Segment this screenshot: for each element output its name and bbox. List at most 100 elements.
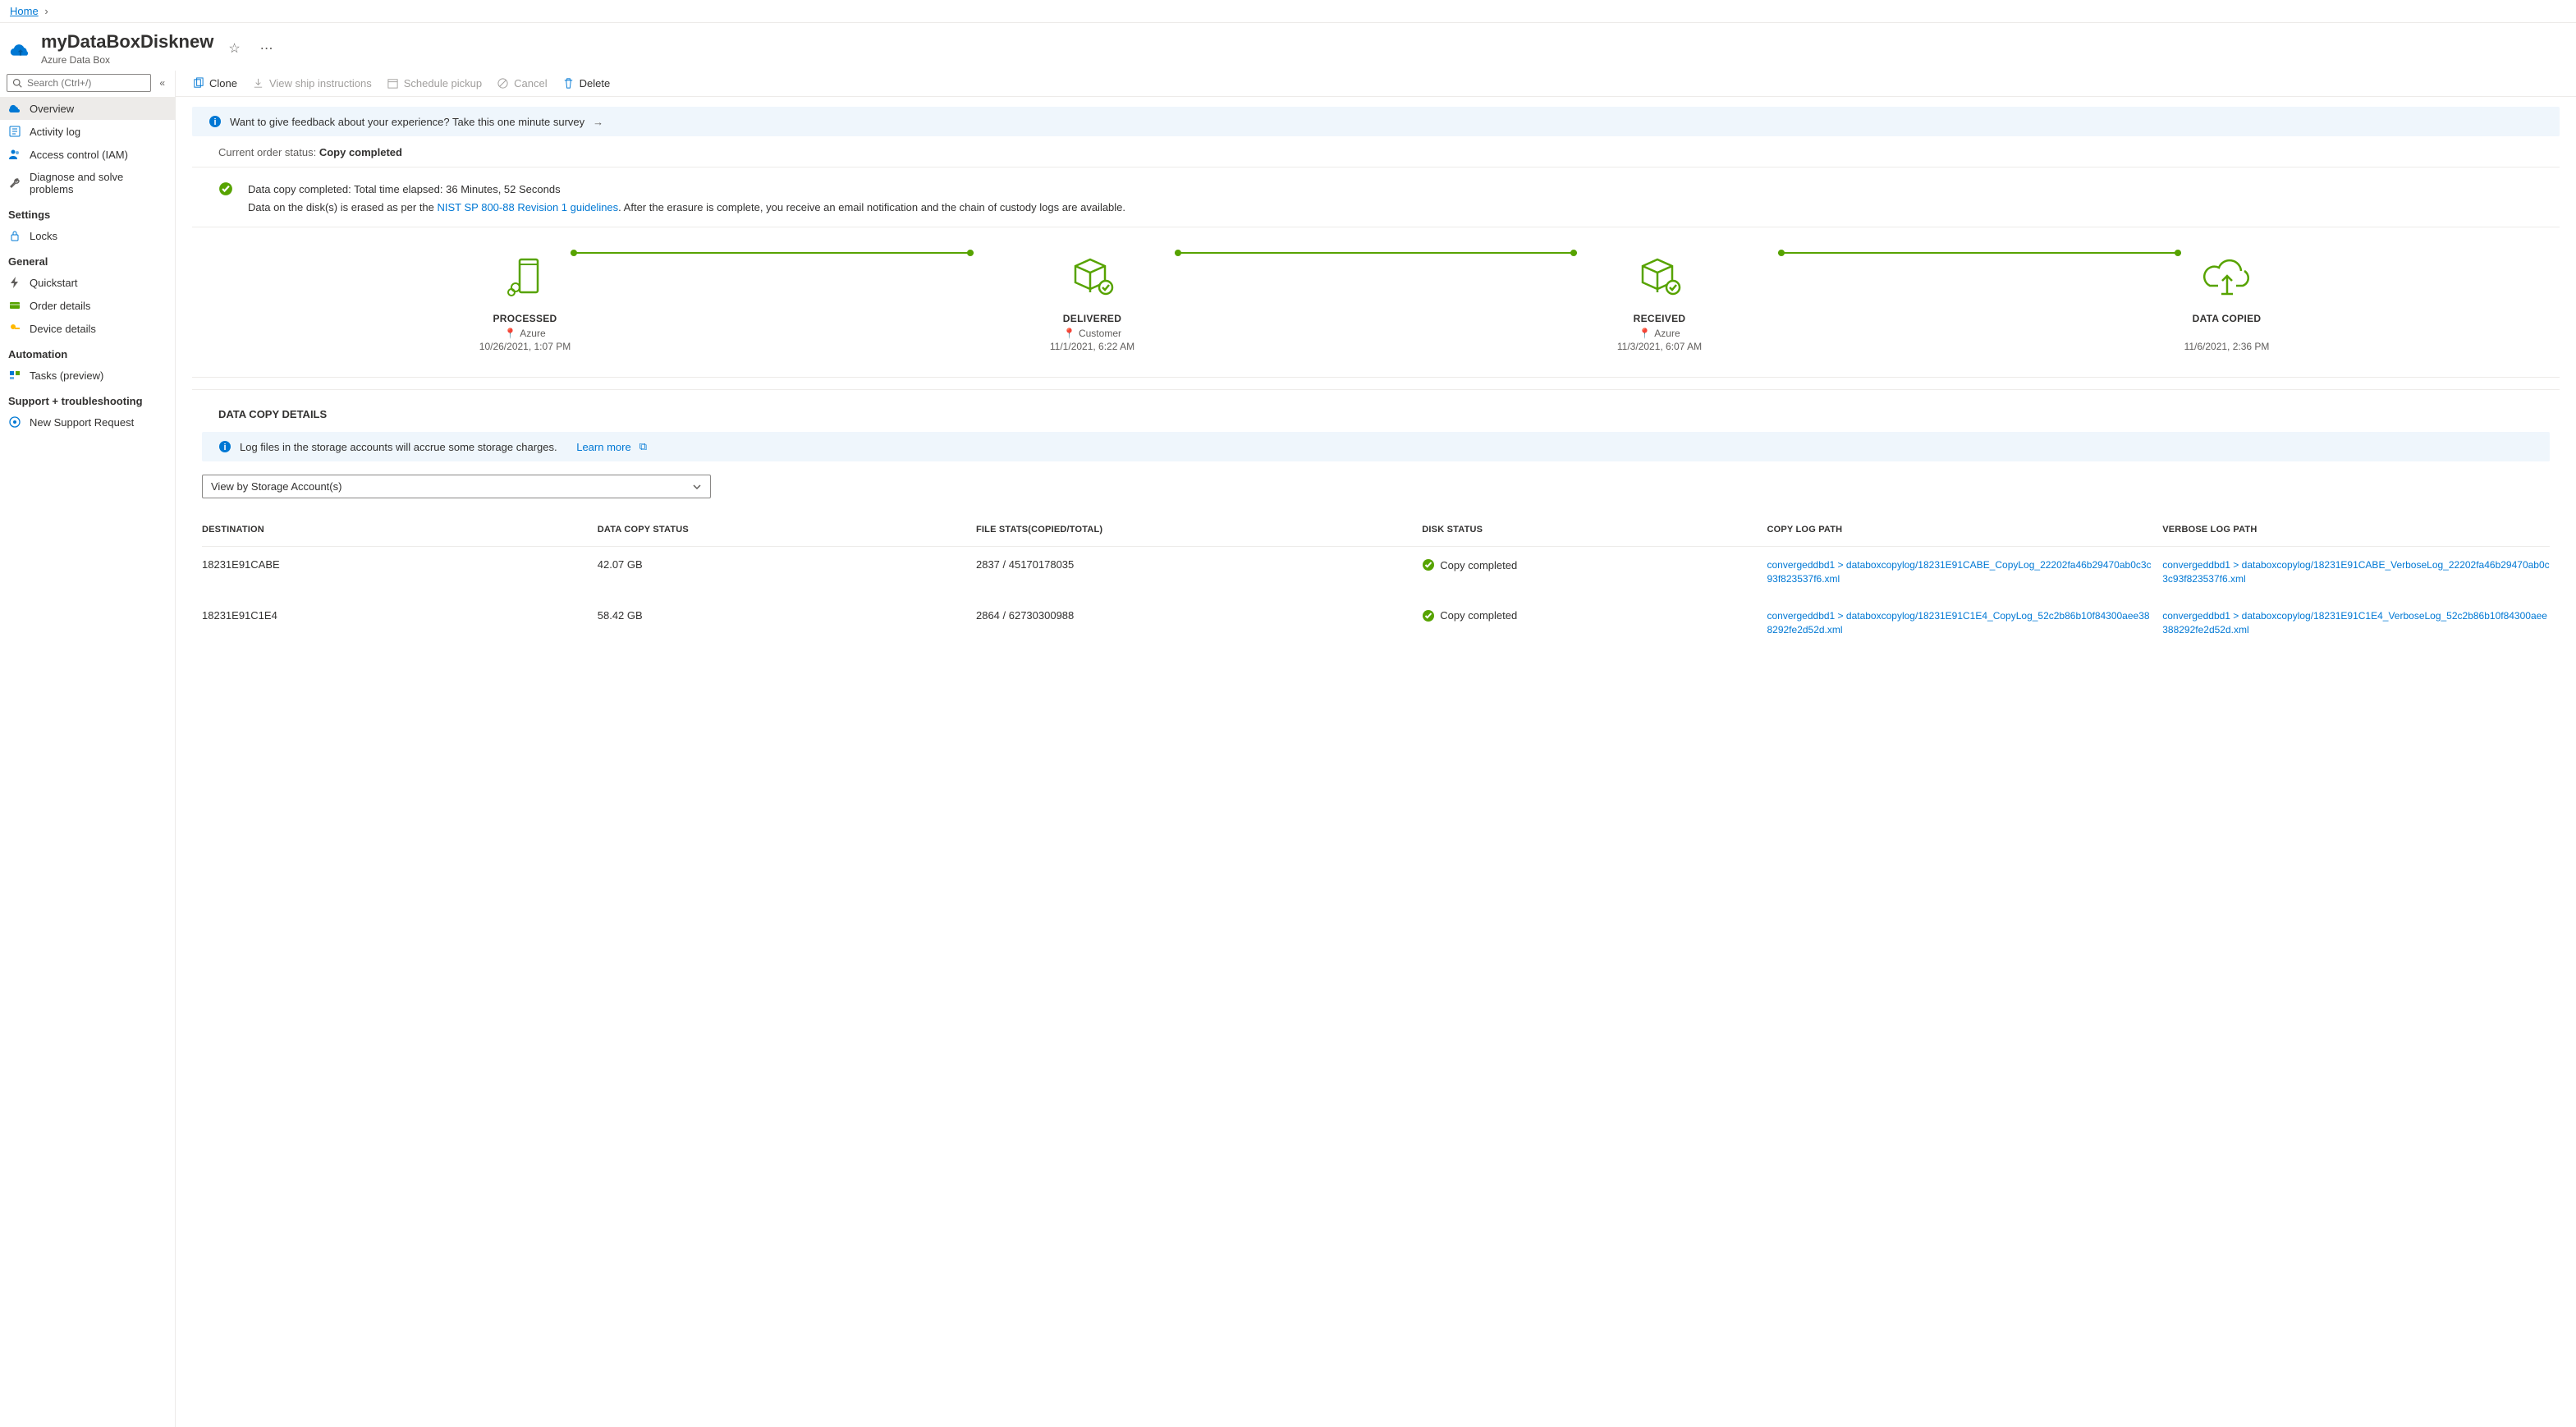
search-input[interactable] [27, 77, 145, 89]
status-label: Current order status: [218, 146, 319, 158]
breadcrumb-home[interactable]: Home [10, 5, 39, 17]
sidebar-item-quickstart[interactable]: Quickstart [0, 271, 175, 294]
sidebar-item-activity-log[interactable]: Activity log [0, 120, 175, 143]
cell-destination: 18231E91CABE [202, 558, 589, 571]
feedback-text: Want to give feedback about your experie… [230, 116, 584, 128]
svg-text:i: i [213, 117, 216, 127]
nist-link[interactable]: NIST SP 800-88 Revision 1 guidelines [438, 201, 619, 213]
info-text: Log files in the storage accounts will a… [240, 441, 557, 453]
feedback-banner[interactable]: i Want to give feedback about your exper… [192, 107, 2560, 136]
cell-status: 42.07 GB [598, 558, 968, 571]
toolbar: Clone View ship instructions Schedule pi… [176, 71, 2576, 97]
sidebar-item-label: Activity log [30, 126, 80, 138]
sidebar-group-automation: Automation [0, 340, 175, 364]
sidebar-item-label: New Support Request [30, 416, 134, 429]
info-icon: i [218, 440, 231, 453]
pin-icon: 📍 [1639, 328, 1651, 339]
sidebar-item-device-details[interactable]: Device details [0, 317, 175, 340]
sidebar-item-support-request[interactable]: New Support Request [0, 411, 175, 434]
view-by-dropdown[interactable]: View by Storage Account(s) [202, 475, 711, 498]
arrow-right-icon: → [593, 116, 603, 128]
download-icon [252, 77, 264, 89]
stage-date: 11/1/2021, 6:22 AM [809, 341, 1376, 352]
page-title: myDataBoxDisknew [41, 31, 213, 53]
more-button[interactable]: ⋯ [255, 37, 278, 60]
stage-delivered: DELIVERED 📍Customer 11/1/2021, 6:22 AM [809, 252, 1376, 352]
external-link-icon: ⧉ [639, 440, 647, 453]
toolbar-label: Delete [580, 77, 611, 89]
pin-icon: 📍 [504, 328, 516, 339]
copy-log-link[interactable]: convergeddbd1 > databoxcopylog/18231E91C… [1767, 559, 2151, 585]
sidebar-item-label: Order details [30, 300, 90, 312]
sidebar-item-locks[interactable]: Locks [0, 224, 175, 247]
success-icon [218, 181, 233, 196]
cell-disk: Copy completed [1422, 558, 1758, 571]
svg-text:i: i [223, 443, 226, 452]
sidebar-item-label: Access control (IAM) [30, 149, 128, 161]
calendar-icon [387, 77, 399, 89]
cell-disk: Copy completed [1422, 609, 1758, 622]
main-content: Clone View ship instructions Schedule pi… [176, 71, 2576, 1427]
chevron-right-icon: › [44, 5, 48, 17]
key-icon [8, 322, 21, 335]
sidebar-item-label: Overview [30, 103, 74, 115]
sidebar-item-order-details[interactable]: Order details [0, 294, 175, 317]
copy-summary: Data copy completed: Total time elapsed:… [192, 167, 2560, 227]
copy-log-link[interactable]: convergeddbd1 > databoxcopylog/18231E91C… [1767, 610, 2149, 635]
sidebar-item-overview[interactable]: Overview [0, 97, 175, 120]
stage-label: DATA COPIED [1943, 313, 2510, 324]
sidebar-item-label: Quickstart [30, 277, 78, 289]
stage-tracker: PROCESSED 📍Azure 10/26/2021, 1:07 PM DEL… [192, 227, 2560, 378]
support-icon [8, 415, 21, 429]
stage-date: 11/6/2021, 2:36 PM [1943, 341, 2510, 352]
col-verbose: VERBOSE LOG PATH [2162, 525, 2550, 535]
block-icon [497, 77, 509, 89]
dropdown-value: View by Storage Account(s) [211, 480, 341, 493]
copy-details-table: DESTINATION DATA COPY STATUS FILE STATS(… [202, 513, 2550, 648]
cloud-icon [8, 102, 21, 115]
cell-status: 58.42 GB [598, 609, 968, 622]
breadcrumb: Home › [0, 0, 2576, 23]
toolbar-label: Clone [209, 77, 237, 89]
success-icon [1422, 609, 1435, 622]
col-status: DATA COPY STATUS [598, 525, 968, 535]
page-header: myDataBoxDisknew Azure Data Box ☆ ⋯ [0, 23, 2576, 71]
log-icon [8, 125, 21, 138]
summary-line2: Data on the disk(s) is erased as per the… [248, 199, 1125, 217]
col-disk: DISK STATUS [1422, 525, 1758, 535]
chevron-down-icon [692, 482, 702, 492]
wrench-icon [8, 177, 21, 190]
collapse-sidebar-button[interactable]: « [156, 76, 168, 90]
sidebar-item-tasks[interactable]: Tasks (preview) [0, 364, 175, 387]
favorite-button[interactable]: ☆ [223, 37, 245, 60]
verbose-log-link[interactable]: convergeddbd1 > databoxcopylog/18231E91C… [2162, 610, 2547, 635]
sidebar-group-settings: Settings [0, 200, 175, 224]
sidebar-group-support: Support + troubleshooting [0, 387, 175, 411]
pin-icon: 📍 [1063, 328, 1075, 339]
summary-line1: Data copy completed: Total time elapsed:… [248, 181, 1125, 199]
success-icon [1422, 558, 1435, 571]
info-icon: i [209, 115, 222, 128]
toolbar-label: Cancel [514, 77, 547, 89]
trash-icon [562, 77, 575, 89]
sidebar-item-access-control[interactable]: Access control (IAM) [0, 143, 175, 166]
learn-more-link[interactable]: Learn more [576, 441, 630, 453]
clone-button[interactable]: Clone [192, 77, 237, 89]
cancel-button: Cancel [497, 77, 547, 89]
search-input-wrap[interactable] [7, 74, 151, 92]
stage-received: RECEIVED 📍Azure 11/3/2021, 6:07 AM [1376, 252, 1943, 352]
delete-button[interactable]: Delete [562, 77, 611, 89]
sidebar-item-diagnose[interactable]: Diagnose and solve problems [0, 166, 175, 200]
sidebar-item-label: Device details [30, 323, 96, 335]
section-title: DATA COPY DETAILS [192, 389, 2560, 429]
status-line: Current order status: Copy completed [192, 136, 2560, 167]
schedule-pickup-button: Schedule pickup [387, 77, 482, 89]
lock-icon [8, 229, 21, 242]
verbose-log-link[interactable]: convergeddbd1 > databoxcopylog/18231E91C… [2162, 559, 2549, 585]
stage-date: 10/26/2021, 1:07 PM [241, 341, 809, 352]
toolbar-label: Schedule pickup [404, 77, 482, 89]
table-row: 18231E91C1E4 58.42 GB 2864 / 62730300988… [202, 598, 2550, 649]
stage-label: RECEIVED [1376, 313, 1943, 324]
table-row: 18231E91CABE 42.07 GB 2837 / 45170178035… [202, 547, 2550, 598]
ship-instructions-button: View ship instructions [252, 77, 372, 89]
